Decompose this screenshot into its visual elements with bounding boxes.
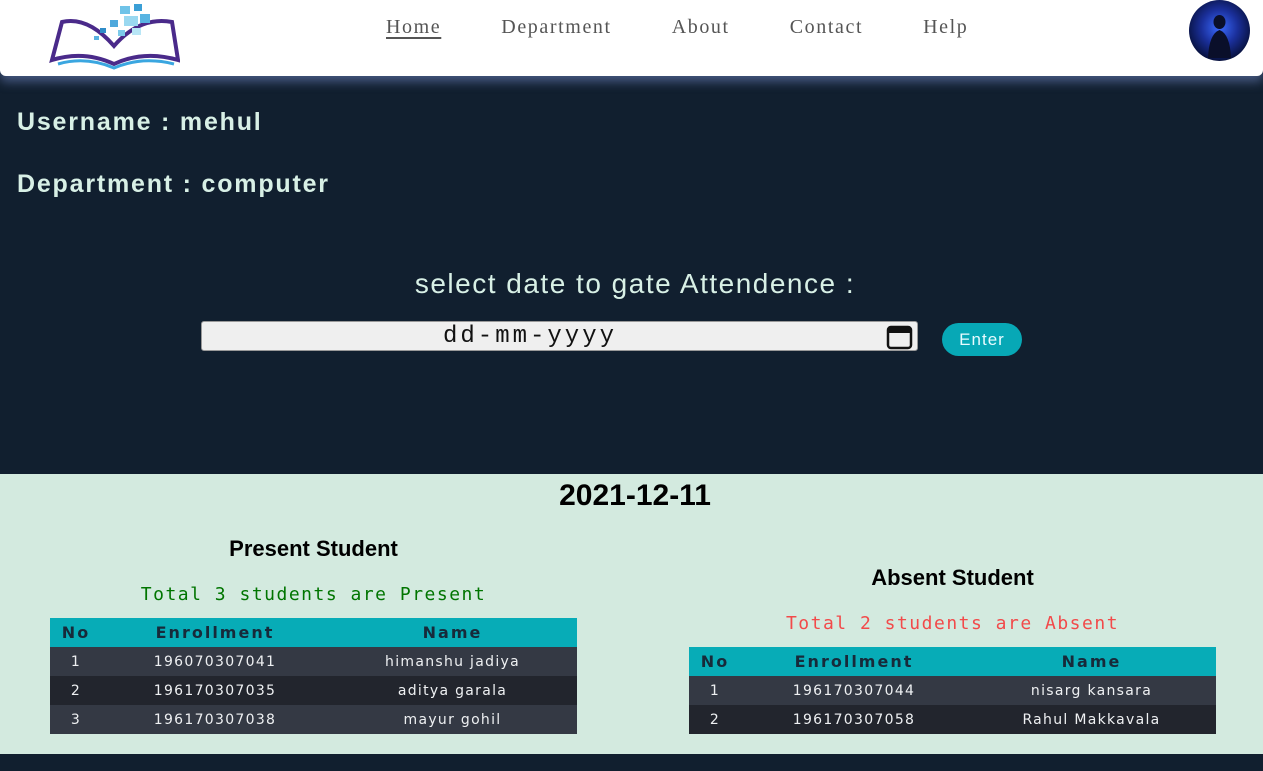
cell-name: himanshu jadiya bbox=[328, 647, 577, 676]
date-prompt: select date to gate Attendence : bbox=[414, 268, 856, 299]
cell-enrollment: 196170307035 bbox=[102, 676, 328, 705]
enter-button[interactable]: Enter bbox=[942, 323, 1022, 356]
column-header-enrollment: Enrollment bbox=[741, 647, 967, 676]
absent-panel: Absent Student Total 2 students are Abse… bbox=[689, 565, 1216, 734]
cell-no: 3 bbox=[50, 705, 102, 734]
column-header-name: Name bbox=[967, 647, 1216, 676]
table-row: 1 196070307041 himanshu jadiya bbox=[50, 647, 577, 676]
present-table: No Enrollment Name 1 196070307041 himans… bbox=[50, 618, 577, 734]
table-row: 1 196170307044 nisarg kansara bbox=[689, 676, 1216, 705]
cell-enrollment: 196170307058 bbox=[741, 705, 967, 734]
absent-total: Total 2 students are Absent bbox=[785, 613, 1120, 634]
results-date: 2021-12-11 bbox=[559, 479, 711, 512]
absent-title: Absent Student bbox=[871, 565, 1034, 590]
open-book-logo-icon[interactable] bbox=[48, 2, 180, 70]
results-section: 2021-12-11 Present Student Total 3 stude… bbox=[0, 474, 1263, 754]
cell-name: nisarg kansara bbox=[967, 676, 1216, 705]
column-header-no: No bbox=[689, 647, 741, 676]
cell-enrollment: 196170307038 bbox=[102, 705, 328, 734]
nav-help[interactable]: Help bbox=[923, 16, 968, 39]
date-input[interactable]: dd-mm-yyyy bbox=[201, 321, 918, 351]
present-title: Present Student bbox=[229, 536, 398, 561]
cell-no: 1 bbox=[689, 676, 741, 705]
column-header-no: No bbox=[50, 618, 102, 647]
table-header-row: No Enrollment Name bbox=[50, 618, 577, 647]
nav-contact[interactable]: Contact bbox=[790, 16, 863, 39]
username-label: Username : mehul bbox=[17, 108, 263, 136]
person-silhouette-icon bbox=[1208, 15, 1231, 58]
navbar: Home Department About Contact Help bbox=[0, 0, 1263, 76]
table-header-row: No Enrollment Name bbox=[689, 647, 1216, 676]
column-header-name: Name bbox=[328, 618, 577, 647]
nav-department[interactable]: Department bbox=[501, 16, 611, 39]
date-placeholder: dd-mm-yyyy bbox=[442, 323, 618, 350]
cell-no: 2 bbox=[50, 676, 102, 705]
column-header-enrollment: Enrollment bbox=[102, 618, 328, 647]
cell-no: 1 bbox=[50, 647, 102, 676]
table-row: 3 196170307038 mayur gohil bbox=[50, 705, 577, 734]
department-label: Department : computer bbox=[17, 170, 330, 198]
user-avatar[interactable] bbox=[1189, 0, 1250, 61]
calendar-icon[interactable] bbox=[886, 323, 913, 350]
cell-enrollment: 196170307044 bbox=[741, 676, 967, 705]
nav-links: Home Department About Contact Help bbox=[386, 16, 1028, 39]
present-panel: Present Student Total 3 students are Pre… bbox=[50, 536, 577, 734]
cell-name: Rahul Makkavala bbox=[967, 705, 1216, 734]
nav-about[interactable]: About bbox=[672, 16, 730, 39]
nav-home[interactable]: Home bbox=[386, 16, 441, 39]
cell-no: 2 bbox=[689, 705, 741, 734]
present-total: Total 3 students are Present bbox=[140, 584, 487, 605]
cell-name: aditya garala bbox=[328, 676, 577, 705]
table-row: 2 196170307058 Rahul Makkavala bbox=[689, 705, 1216, 734]
cell-enrollment: 196070307041 bbox=[102, 647, 328, 676]
table-row: 2 196170307035 aditya garala bbox=[50, 676, 577, 705]
cell-name: mayur gohil bbox=[328, 705, 577, 734]
absent-table: No Enrollment Name 1 196170307044 nisarg… bbox=[689, 647, 1216, 734]
footer-strip bbox=[0, 754, 1263, 771]
